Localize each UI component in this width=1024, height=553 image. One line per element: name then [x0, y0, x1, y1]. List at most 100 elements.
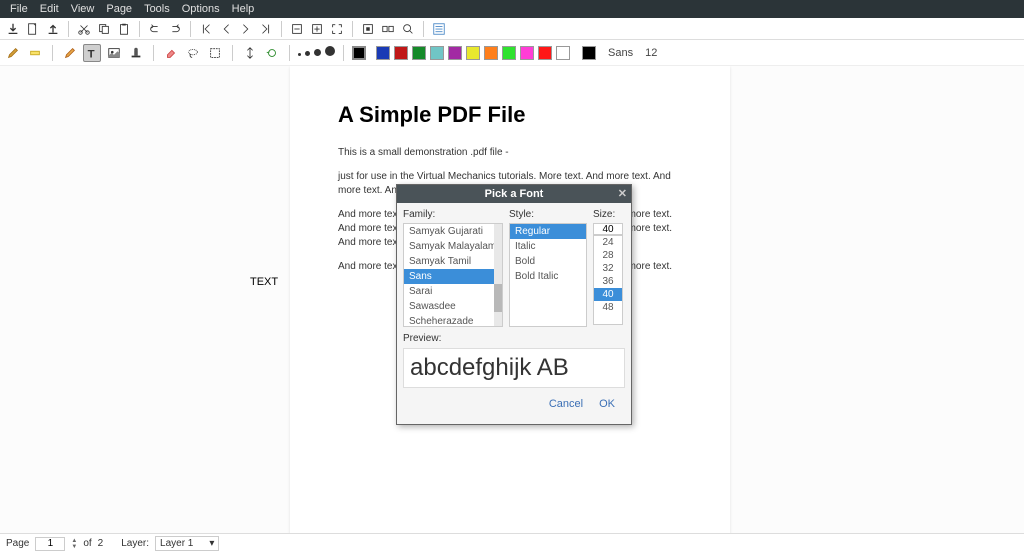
- doc-p1: This is a small demonstration .pdf file …: [338, 146, 682, 160]
- doc-title: A Simple PDF File: [338, 102, 682, 128]
- color-swatch-6[interactable]: [466, 46, 480, 60]
- size-item[interactable]: 48: [594, 301, 622, 314]
- preview-box: abcdefghijk AB: [403, 348, 625, 388]
- style-item[interactable]: Italic: [510, 239, 586, 254]
- page-number-input[interactable]: [35, 537, 65, 551]
- main-toolbar: [0, 18, 1024, 40]
- text-annotation[interactable]: TEXT: [250, 276, 278, 288]
- cut-button[interactable]: [75, 20, 93, 38]
- font-dialog: Pick a Font ✕ Family: Samyak Gujarati Sa…: [396, 184, 632, 425]
- color-swatch-1[interactable]: [376, 46, 390, 60]
- pencil-tool[interactable]: [61, 44, 79, 62]
- menu-help[interactable]: Help: [226, 3, 261, 15]
- size-label: Size:: [593, 209, 623, 220]
- family-item[interactable]: Sans: [404, 269, 502, 284]
- eraser-tool[interactable]: [162, 44, 180, 62]
- size-item[interactable]: 36: [594, 275, 622, 288]
- color-swatch-0[interactable]: [352, 46, 366, 60]
- family-scrollbar[interactable]: [494, 224, 502, 326]
- text-tool[interactable]: T: [83, 44, 101, 62]
- family-item[interactable]: Sarai: [404, 284, 502, 299]
- vertical-align-tool[interactable]: [241, 44, 259, 62]
- svg-text:T: T: [88, 48, 95, 60]
- zoom-in-button[interactable]: [308, 20, 326, 38]
- family-item[interactable]: Samyak Gujarati: [404, 224, 502, 239]
- ok-button[interactable]: OK: [599, 398, 615, 410]
- color-swatch-7[interactable]: [484, 46, 498, 60]
- color-swatch-9[interactable]: [520, 46, 534, 60]
- menu-page[interactable]: Page: [100, 3, 138, 15]
- layer-select[interactable]: Layer 1 ▾: [155, 536, 219, 551]
- size-item[interactable]: 24: [594, 236, 622, 249]
- brush-size-l[interactable]: [314, 47, 321, 59]
- toggle-1-button[interactable]: [359, 20, 377, 38]
- dialog-title-text: Pick a Font: [485, 188, 544, 200]
- color-swatch-8[interactable]: [502, 46, 516, 60]
- image-tool[interactable]: [105, 44, 123, 62]
- undo-button[interactable]: [146, 20, 164, 38]
- close-icon[interactable]: ✕: [618, 187, 627, 200]
- family-item[interactable]: Scheherazade: [404, 314, 502, 327]
- font-size-display[interactable]: 12: [645, 47, 657, 59]
- toggle-2-button[interactable]: [379, 20, 397, 38]
- pen-tool[interactable]: [4, 44, 22, 62]
- page-label: Page: [6, 538, 29, 549]
- family-item[interactable]: Samyak Malayalam: [404, 239, 502, 254]
- color-swatch-12[interactable]: [582, 46, 596, 60]
- chevron-down-icon: ▾: [209, 538, 214, 549]
- redo-button[interactable]: [166, 20, 184, 38]
- brush-size-m[interactable]: [305, 47, 310, 59]
- paste-button[interactable]: [115, 20, 133, 38]
- search-button[interactable]: [399, 20, 417, 38]
- style-item[interactable]: Regular: [510, 224, 586, 239]
- zoom-fit-button[interactable]: [328, 20, 346, 38]
- last-page-button[interactable]: [257, 20, 275, 38]
- family-item[interactable]: Sawasdee: [404, 299, 502, 314]
- color-swatch-2[interactable]: [394, 46, 408, 60]
- zoom-out-button[interactable]: [288, 20, 306, 38]
- layer-current: Layer 1: [160, 538, 193, 549]
- brush-size-s[interactable]: [298, 47, 301, 59]
- menu-file[interactable]: File: [4, 3, 34, 15]
- dialog-titlebar[interactable]: Pick a Font ✕: [397, 185, 631, 203]
- lasso-tool[interactable]: [184, 44, 202, 62]
- size-input[interactable]: 40: [593, 223, 623, 235]
- size-item[interactable]: 32: [594, 262, 622, 275]
- menu-edit[interactable]: Edit: [34, 3, 65, 15]
- color-swatch-11[interactable]: [556, 46, 570, 60]
- style-item[interactable]: Bold: [510, 254, 586, 269]
- color-swatch-5[interactable]: [448, 46, 462, 60]
- color-swatch-10[interactable]: [538, 46, 552, 60]
- prev-page-button[interactable]: [217, 20, 235, 38]
- properties-button[interactable]: [430, 20, 448, 38]
- new-button[interactable]: [24, 20, 42, 38]
- color-swatch-4[interactable]: [430, 46, 444, 60]
- size-listbox[interactable]: 24 28 32 36 40 48: [593, 235, 623, 325]
- family-label: Family:: [403, 209, 503, 220]
- open-button[interactable]: [4, 20, 22, 38]
- cancel-button[interactable]: Cancel: [549, 398, 583, 410]
- next-page-button[interactable]: [237, 20, 255, 38]
- layer-label: Layer:: [121, 538, 149, 549]
- menu-options[interactable]: Options: [176, 3, 226, 15]
- family-listbox[interactable]: Samyak Gujarati Samyak Malayalam Samyak …: [403, 223, 503, 327]
- family-item[interactable]: Samyak Tamil: [404, 254, 502, 269]
- menu-bar: File Edit View Page Tools Options Help: [0, 0, 1024, 18]
- copy-button[interactable]: [95, 20, 113, 38]
- menu-view[interactable]: View: [65, 3, 101, 15]
- font-name-display[interactable]: Sans: [608, 47, 633, 59]
- style-item[interactable]: Bold Italic: [510, 269, 586, 284]
- save-button[interactable]: [44, 20, 62, 38]
- menu-tools[interactable]: Tools: [138, 3, 176, 15]
- page-spinner[interactable]: ▲▼: [71, 538, 77, 550]
- size-item[interactable]: 28: [594, 249, 622, 262]
- stamp-tool[interactable]: [127, 44, 145, 62]
- select-rect-tool[interactable]: [206, 44, 224, 62]
- brush-size-xl[interactable]: [325, 46, 335, 59]
- color-swatch-3[interactable]: [412, 46, 426, 60]
- highlight-tool[interactable]: [26, 44, 44, 62]
- size-item[interactable]: 40: [594, 288, 622, 301]
- first-page-button[interactable]: [197, 20, 215, 38]
- rotate-tool[interactable]: [263, 44, 281, 62]
- style-listbox[interactable]: Regular Italic Bold Bold Italic: [509, 223, 587, 327]
